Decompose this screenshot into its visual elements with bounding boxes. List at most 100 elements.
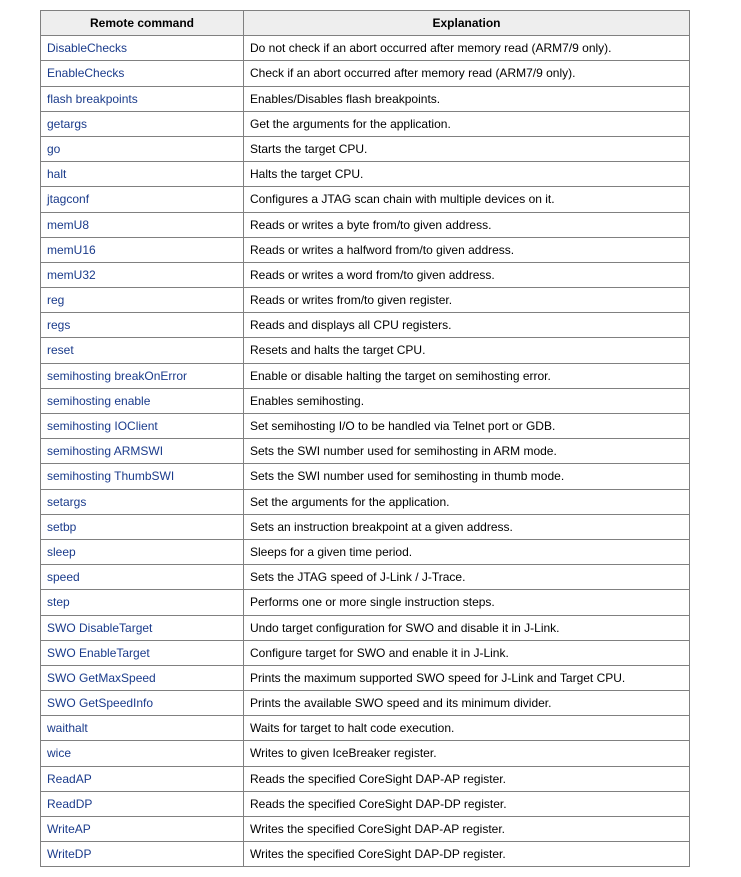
command-link[interactable]: flash breakpoints (47, 92, 138, 106)
explanation-cell: Enable or disable halting the target on … (244, 363, 690, 388)
command-cell: ReadAP (41, 766, 244, 791)
header-explanation: Explanation (244, 11, 690, 36)
explanation-cell: Sets the JTAG speed of J-Link / J-Trace. (244, 565, 690, 590)
command-cell: memU16 (41, 237, 244, 262)
command-cell: wice (41, 741, 244, 766)
command-link[interactable]: regs (47, 318, 70, 332)
command-cell: SWO GetMaxSpeed (41, 665, 244, 690)
command-link[interactable]: semihosting ThumbSWI (47, 469, 174, 483)
table-row: EnableChecks Check if an abort occurred a… (41, 61, 690, 86)
command-cell: reg (41, 288, 244, 313)
table-row: sleepSleeps for a given time period. (41, 539, 690, 564)
explanation-cell: Sets an instruction breakpoint at a give… (244, 514, 690, 539)
table-row: speed Sets the JTAG speed of J-Link / J-T… (41, 565, 690, 590)
table-row: stepPerforms one or more single instruct… (41, 590, 690, 615)
command-link[interactable]: jtagconf (47, 192, 89, 206)
table-row: SWO GetMaxSpeedPrints the maximum suppor… (41, 665, 690, 690)
command-cell: memU8 (41, 212, 244, 237)
table-row: regs Reads and displays all CPU registers… (41, 313, 690, 338)
table-row: semihosting breakOnError Enable or disabl… (41, 363, 690, 388)
command-cell: halt (41, 162, 244, 187)
table-row: memU32 Reads or writes a word from/to giv… (41, 262, 690, 287)
command-cell: jtagconf (41, 187, 244, 212)
command-link[interactable]: speed (47, 570, 80, 584)
command-link[interactable]: ReadDP (47, 797, 92, 811)
command-cell: semihosting ThumbSWI (41, 464, 244, 489)
command-link[interactable]: setargs (47, 495, 86, 509)
command-cell: setargs (41, 489, 244, 514)
explanation-cell: Writes to given IceBreaker register. (244, 741, 690, 766)
explanation-cell: Reads or writes a word from/to given add… (244, 262, 690, 287)
command-cell: regs (41, 313, 244, 338)
command-link[interactable]: WriteAP (47, 822, 91, 836)
command-link[interactable]: semihosting breakOnError (47, 369, 187, 383)
command-cell: semihosting IOClient (41, 414, 244, 439)
command-link[interactable]: waithalt (47, 721, 88, 735)
command-link[interactable]: SWO DisableTarget (47, 621, 152, 635)
command-link[interactable]: SWO GetSpeedInfo (47, 696, 153, 710)
command-cell: SWO DisableTarget (41, 615, 244, 640)
command-link[interactable]: WriteDP (47, 847, 91, 861)
command-cell: setbp (41, 514, 244, 539)
explanation-cell: Writes the specified CoreSight DAP-AP re… (244, 817, 690, 842)
table-row: SWO GetSpeedInfoPrints the available SWO… (41, 691, 690, 716)
command-link[interactable]: DisableChecks (47, 41, 127, 55)
command-link[interactable]: SWO EnableTarget (47, 646, 150, 660)
explanation-cell: Enables semihosting. (244, 388, 690, 413)
command-link[interactable]: step (47, 595, 70, 609)
header-command: Remote command (41, 11, 244, 36)
table-row: SWO DisableTarget Undo target configurati… (41, 615, 690, 640)
command-link[interactable]: memU8 (47, 218, 89, 232)
command-cell: step (41, 590, 244, 615)
command-link[interactable]: memU32 (47, 268, 96, 282)
command-link[interactable]: EnableChecks (47, 66, 124, 80)
command-cell: EnableChecks (41, 61, 244, 86)
table-row: regReads or writes from/to given registe… (41, 288, 690, 313)
explanation-cell: Undo target configuration for SWO and di… (244, 615, 690, 640)
table-row: setargs Set the arguments for the applica… (41, 489, 690, 514)
command-cell: reset (41, 338, 244, 363)
command-link[interactable]: wice (47, 746, 71, 760)
explanation-cell: Check if an abort occurred after memory … (244, 61, 690, 86)
table-row: flash breakpoints Enables/Disables flash … (41, 86, 690, 111)
explanation-cell: Enables/Disables flash breakpoints. (244, 86, 690, 111)
explanation-cell: Set the arguments for the application. (244, 489, 690, 514)
command-link[interactable]: reg (47, 293, 64, 307)
table-row: semihosting ThumbSWI Sets the SWI number … (41, 464, 690, 489)
command-link[interactable]: go (47, 142, 60, 156)
explanation-cell: Starts the target CPU. (244, 136, 690, 161)
command-cell: memU32 (41, 262, 244, 287)
command-link[interactable]: sleep (47, 545, 76, 559)
command-link[interactable]: setbp (47, 520, 76, 534)
table-row: getargs Get the arguments for the applica… (41, 111, 690, 136)
command-cell: WriteAP (41, 817, 244, 842)
table-row: WriteDPWrites the specified CoreSight DA… (41, 842, 690, 867)
command-cell: flash breakpoints (41, 86, 244, 111)
command-cell: waithalt (41, 716, 244, 741)
command-link[interactable]: getargs (47, 117, 87, 131)
explanation-cell: Configure target for SWO and enable it i… (244, 640, 690, 665)
table-row: ReadAPReads the specified CoreSight DAP-… (41, 766, 690, 791)
explanation-cell: Sets the SWI number used for semihosting… (244, 439, 690, 464)
command-link[interactable]: semihosting IOClient (47, 419, 158, 433)
command-link[interactable]: reset (47, 343, 74, 357)
table-row: ReadDPReads the specified CoreSight DAP-… (41, 791, 690, 816)
command-cell: semihosting ARMSWI (41, 439, 244, 464)
command-cell: sleep (41, 539, 244, 564)
explanation-cell: Halts the target CPU. (244, 162, 690, 187)
explanation-cell: Get the arguments for the application. (244, 111, 690, 136)
explanation-cell: Reads and displays all CPU registers. (244, 313, 690, 338)
table-row: resetResets and halts the target CPU. (41, 338, 690, 363)
command-link[interactable]: ReadAP (47, 772, 92, 786)
command-link[interactable]: SWO GetMaxSpeed (47, 671, 156, 685)
command-link[interactable]: semihosting enable (47, 394, 150, 408)
command-link[interactable]: halt (47, 167, 66, 181)
command-cell: SWO GetSpeedInfo (41, 691, 244, 716)
table-row: memU8Reads or writes a byte from/to give… (41, 212, 690, 237)
command-link[interactable]: memU16 (47, 243, 96, 257)
explanation-cell: Configures a JTAG scan chain with multip… (244, 187, 690, 212)
command-link[interactable]: semihosting ARMSWI (47, 444, 163, 458)
command-cell: ReadDP (41, 791, 244, 816)
explanation-cell: Sets the SWI number used for semihosting… (244, 464, 690, 489)
explanation-cell: Reads or writes a halfword from/to given… (244, 237, 690, 262)
